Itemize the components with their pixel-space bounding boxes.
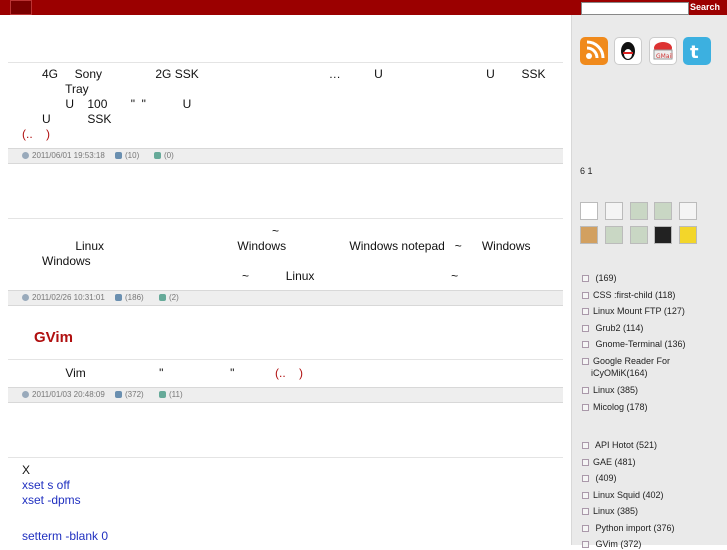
post-meta: 2011/01/03 20:48:09 (372) (11) bbox=[8, 387, 563, 403]
clock-icon bbox=[22, 391, 29, 399]
read-more-link[interactable]: (.. ) bbox=[275, 366, 303, 381]
post-date: 2011/02/26 10:31:01 bbox=[32, 293, 105, 302]
twitter-icon[interactable]: t bbox=[683, 37, 711, 65]
comment-count[interactable]: (10) bbox=[125, 151, 139, 160]
avatar[interactable] bbox=[580, 226, 598, 244]
sidebar-list-item[interactable]: CSS :first-child (118) bbox=[582, 290, 675, 301]
qq-icon[interactable] bbox=[614, 37, 642, 65]
comment-icon bbox=[115, 391, 122, 399]
post-separator bbox=[8, 62, 563, 63]
comment-count[interactable]: (186) bbox=[125, 293, 144, 302]
clock-icon bbox=[22, 152, 29, 160]
gmail-icon[interactable]: GMail bbox=[649, 37, 677, 65]
bullet-icon bbox=[582, 358, 589, 366]
sidebar-list-item[interactable]: Micolog (178) bbox=[582, 402, 648, 413]
trackback-icon bbox=[154, 152, 161, 160]
bullet-icon bbox=[582, 404, 589, 412]
avatar[interactable] bbox=[654, 202, 672, 220]
read-more-link[interactable]: (.. ) bbox=[22, 127, 50, 142]
search-button[interactable]: Search bbox=[688, 1, 722, 14]
bullet-icon bbox=[582, 325, 589, 333]
avatar[interactable] bbox=[654, 226, 672, 244]
sidebar-list-item-continued[interactable]: iCyOMiK(164) bbox=[591, 368, 648, 379]
sidebar: GMail t 6 1 (169) CSS :first-child (118)… bbox=[571, 15, 727, 549]
post-body-line: 4G Sony 2G SSK … U U SSK bbox=[22, 67, 546, 81]
bullet-icon bbox=[582, 341, 589, 349]
trackback-count[interactable]: (11) bbox=[169, 390, 183, 399]
post-body-line: Windows bbox=[22, 254, 91, 268]
sidebar-list-item[interactable]: (409) bbox=[582, 473, 617, 484]
post-date: 2011/01/03 20:48:09 bbox=[32, 390, 105, 399]
sidebar-list-item[interactable]: API Hotot (521) bbox=[582, 440, 657, 451]
bullet-icon bbox=[582, 459, 589, 467]
trackback-icon bbox=[159, 391, 166, 399]
sidebar-list-item[interactable]: Linux Squid (402) bbox=[582, 490, 664, 501]
top-bar: Search bbox=[0, 0, 727, 15]
post-body-line: ~ bbox=[22, 224, 280, 238]
trackback-count[interactable]: (0) bbox=[164, 151, 174, 160]
bullet-icon bbox=[582, 292, 589, 300]
post-body-line: X bbox=[22, 463, 31, 477]
avatar[interactable] bbox=[630, 202, 648, 220]
avatar[interactable] bbox=[679, 226, 697, 244]
avatar[interactable] bbox=[679, 202, 697, 220]
trackback-count[interactable]: (2) bbox=[169, 293, 179, 302]
post-meta: 2011/02/26 10:31:01 (186) (2) bbox=[8, 290, 563, 306]
avatar[interactable] bbox=[630, 226, 648, 244]
post-body-line: U SSK bbox=[22, 112, 112, 126]
bullet-icon bbox=[582, 508, 589, 516]
bullet-icon bbox=[582, 275, 589, 283]
sidebar-list-item[interactable]: Linux (385) bbox=[582, 385, 638, 396]
trackback-icon bbox=[159, 294, 166, 302]
home-button[interactable] bbox=[10, 0, 32, 15]
post-title[interactable]: GVim bbox=[34, 329, 73, 347]
comment-icon bbox=[115, 152, 122, 160]
sidebar-list-item[interactable]: GAE (481) bbox=[582, 457, 636, 468]
search-input[interactable] bbox=[581, 2, 689, 15]
sidebar-list-item[interactable]: (169) bbox=[582, 273, 617, 284]
svg-text:t: t bbox=[690, 42, 699, 63]
post-body-line: Tray bbox=[22, 82, 89, 96]
code-line: xset -dpms bbox=[22, 493, 81, 507]
sidebar-list-item[interactable]: Python import (376) bbox=[582, 523, 675, 534]
post-separator bbox=[8, 359, 563, 360]
comment-count[interactable]: (372) bbox=[125, 390, 144, 399]
bullet-icon bbox=[582, 492, 589, 500]
sidebar-list-item[interactable]: Grub2 (114) bbox=[582, 323, 643, 334]
code-line: xset s off bbox=[22, 478, 70, 492]
avatar[interactable] bbox=[605, 202, 623, 220]
bullet-icon bbox=[582, 387, 589, 395]
rss-icon[interactable] bbox=[580, 37, 608, 65]
code-line: setterm -blank 0 bbox=[22, 529, 109, 543]
sidebar-list-item[interactable]: Linux Mount FTP (127) bbox=[582, 306, 685, 317]
bullet-icon bbox=[582, 475, 589, 483]
comment-icon bbox=[115, 294, 122, 302]
post-body-line: Linux Windows Windows notepad ~ Windows bbox=[22, 239, 531, 253]
main-content: 4G Sony 2G SSK … U U SSK Tray U 100 " " … bbox=[0, 15, 571, 545]
post-date: 2011/06/01 19:53:18 bbox=[32, 151, 105, 160]
svg-text:GMail: GMail bbox=[656, 53, 673, 60]
sidebar-list-item[interactable]: Gnome-Terminal (136) bbox=[582, 339, 686, 350]
bullet-icon bbox=[582, 442, 589, 450]
bullet-icon bbox=[582, 308, 589, 316]
post-separator bbox=[8, 457, 563, 458]
post-body-line: ~ Linux ~ bbox=[22, 269, 459, 283]
sidebar-list-item[interactable]: Linux (385) bbox=[582, 506, 638, 517]
bullet-icon bbox=[582, 525, 589, 533]
sidebar-count-text: 6 1 bbox=[580, 166, 593, 176]
avatar[interactable] bbox=[605, 226, 623, 244]
post-body-line: U 100 " " U bbox=[22, 97, 192, 111]
post-separator bbox=[8, 218, 563, 219]
clock-icon bbox=[22, 294, 29, 302]
post-meta: 2011/06/01 19:53:18 (10) (0) bbox=[8, 148, 563, 164]
avatar[interactable] bbox=[580, 202, 598, 220]
sidebar-list-item[interactable]: Google Reader For bbox=[582, 356, 670, 367]
